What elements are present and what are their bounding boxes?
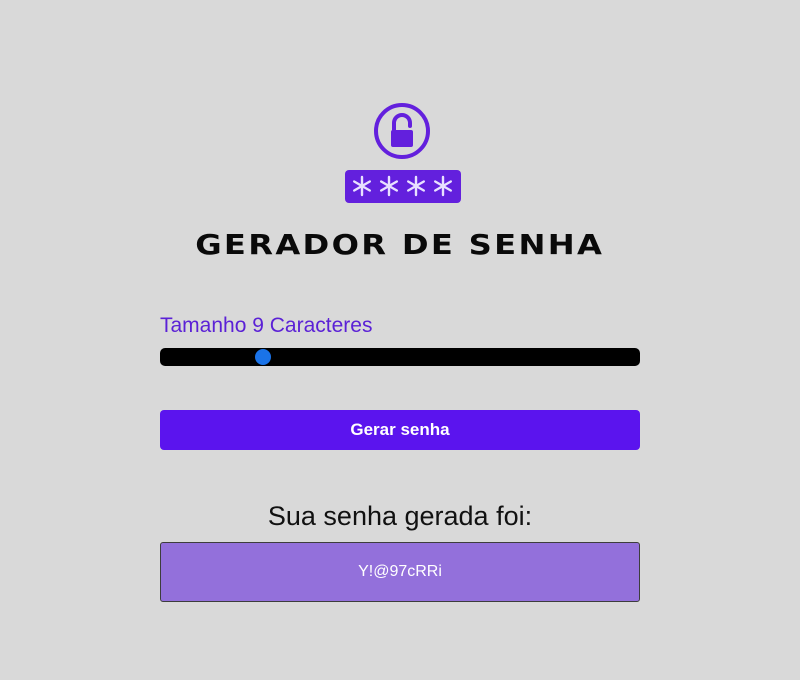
generated-password-box[interactable]: Y!@97cRRi [160,542,640,602]
length-label: Tamanho 9 Caracteres [160,314,373,337]
lock-password-icon [344,102,462,204]
length-slider[interactable] [160,348,640,366]
length-slider-thumb[interactable] [255,349,272,365]
page-title: GERADOR DE SENHA [195,228,605,261]
result-label: Sua senha gerada foi: [267,501,533,531]
generate-password-button[interactable]: Gerar senha [160,410,640,450]
